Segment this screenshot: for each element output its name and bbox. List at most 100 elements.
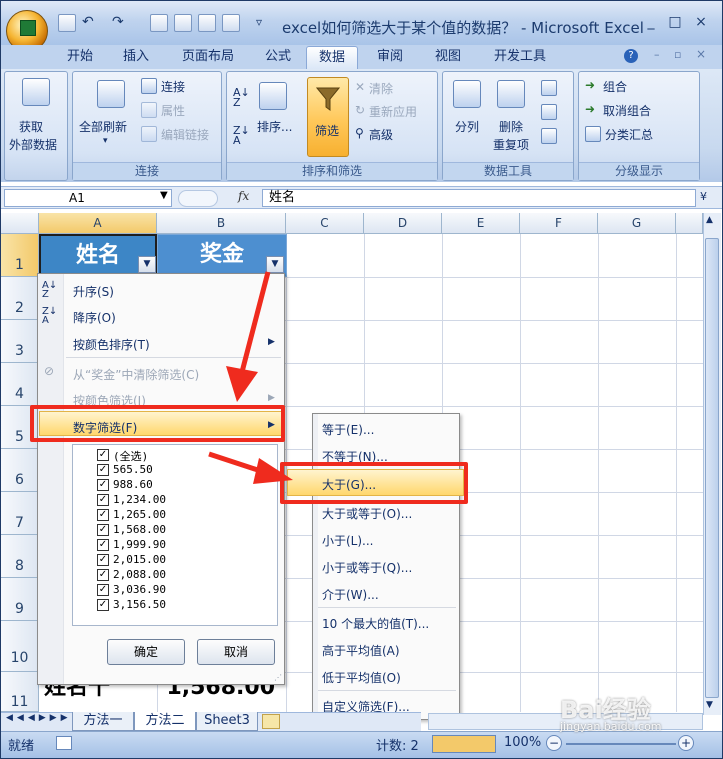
group-get-external-data[interactable]: 获取 外部数据 [4, 71, 68, 181]
vertical-scroll-thumb[interactable] [705, 238, 719, 698]
checkbox-select-all[interactable]: ✓ [97, 449, 109, 461]
tab-insert[interactable]: 插入 [112, 46, 160, 69]
column-header-g[interactable]: G [598, 213, 676, 234]
select-all-corner[interactable] [1, 213, 39, 234]
row-header-7[interactable]: 7 [1, 492, 39, 535]
macro-record-icon[interactable] [56, 736, 72, 750]
formula-expand-handle[interactable] [178, 190, 218, 207]
row-header-4[interactable]: 4 [1, 363, 39, 406]
checkbox-value[interactable]: ✓ [97, 599, 109, 611]
row-header-9[interactable]: 9 [1, 578, 39, 621]
sheet-nav-icons[interactable]: ◀◀◀▶▶▶ [6, 713, 72, 723]
scroll-up-icon[interactable]: ▲ [706, 215, 713, 225]
menu-sort-ascending[interactable]: 升序(S) [73, 283, 114, 300]
formula-input[interactable]: 姓名 [262, 189, 696, 207]
row-header-10[interactable]: 10 [1, 621, 39, 672]
zoom-out-icon[interactable]: − [546, 735, 562, 751]
submenu-less-or-equal[interactable]: 小于或等于(Q)... [322, 559, 412, 576]
quick-access-icon-4[interactable] [222, 14, 240, 32]
row-header-1[interactable]: 1 [1, 234, 39, 277]
checkbox-value[interactable]: ✓ [97, 539, 109, 551]
insert-function-icon[interactable]: fx [238, 189, 249, 203]
ribbon-min-icon[interactable]: – [654, 48, 660, 61]
refresh-all-button[interactable]: 全部刷新 [79, 118, 127, 135]
ribbon-restore-icon[interactable]: ▫ [674, 48, 681, 61]
quick-access-icon-3[interactable] [198, 14, 216, 32]
resize-grip-icon[interactable]: ⋰ [274, 673, 282, 682]
column-header-c[interactable]: C [286, 213, 364, 234]
submenu-top-10[interactable]: 10 个最大的值(T)... [322, 615, 429, 632]
subtotal-button[interactable]: 分类汇总 [605, 126, 653, 143]
ok-button[interactable]: 确定 [107, 639, 185, 665]
cancel-button[interactable]: 取消 [197, 639, 275, 665]
submenu-equals[interactable]: 等于(E)... [322, 421, 374, 438]
row-header-6[interactable]: 6 [1, 449, 39, 492]
clear-button[interactable]: 清除 [369, 80, 393, 97]
workbook-close-icon[interactable]: × [696, 47, 706, 61]
customize-qat-icon[interactable]: ▿ [256, 15, 262, 29]
group-button[interactable]: 组合 [603, 78, 627, 95]
submenu-less-than[interactable]: 小于(L)... [322, 532, 374, 549]
row-header-8[interactable]: 8 [1, 535, 39, 578]
sort-desc-icon[interactable]: Z↓ A [233, 125, 250, 146]
column-header-d[interactable]: D [364, 213, 442, 234]
sort-asc-icon[interactable]: A↓ Z [233, 87, 250, 108]
row-header-2[interactable]: 2 [1, 277, 39, 320]
zoom-in-icon[interactable]: + [678, 735, 694, 751]
column-header-e[interactable]: E [442, 213, 520, 234]
chevron-down-icon[interactable]: ▾ [103, 136, 108, 146]
reapply-button[interactable]: 重新应用 [369, 103, 417, 120]
quick-access-icon-2[interactable] [174, 14, 192, 32]
consolidate-icon[interactable] [541, 104, 557, 120]
sheet-tab-sheet3[interactable]: Sheet3 [196, 712, 258, 731]
zoom-level[interactable]: 100% [504, 735, 541, 750]
maximize-button[interactable]: □ [664, 13, 686, 31]
menu-sort-descending[interactable]: 降序(O) [73, 309, 116, 326]
row-header-11[interactable]: 11 [1, 672, 39, 712]
zoom-slider[interactable] [566, 743, 676, 745]
checkbox-value[interactable]: ✓ [97, 569, 109, 581]
checkbox-value[interactable]: ✓ [97, 524, 109, 536]
checkbox-value[interactable]: ✓ [97, 479, 109, 491]
checkbox-value[interactable]: ✓ [97, 464, 109, 476]
column-header-h[interactable] [676, 213, 703, 234]
checkbox-value[interactable]: ✓ [97, 494, 109, 506]
minimize-button[interactable]: _ [640, 13, 662, 31]
save-icon[interactable] [58, 14, 76, 32]
tab-home[interactable]: 开始 [56, 46, 104, 69]
tab-review[interactable]: 审阅 [366, 46, 414, 69]
remove-duplicates-button[interactable]: 删除 [499, 118, 523, 135]
submenu-greater-or-equal[interactable]: 大于或等于(O)... [322, 505, 412, 522]
formula-collapse-icon[interactable]: ¥ [700, 190, 707, 203]
quick-access-icon-1[interactable] [150, 14, 168, 32]
tab-view[interactable]: 视图 [424, 46, 472, 69]
advanced-button[interactable]: 高级 [369, 126, 393, 143]
tab-data[interactable]: 数据 [306, 46, 358, 69]
what-if-icon[interactable] [541, 128, 557, 144]
close-button[interactable]: × [690, 13, 712, 31]
help-icon[interactable]: ? [624, 49, 638, 63]
filter-dropdown-a[interactable]: ▼ [138, 256, 156, 273]
checkbox-value[interactable]: ✓ [97, 584, 109, 596]
menu-clear-filter[interactable]: 从“奖金”中清除筛选(C) [73, 366, 199, 383]
ungroup-button[interactable]: 取消组合 [603, 102, 651, 119]
name-box-dropdown-icon[interactable]: ▼ [160, 190, 168, 201]
checkbox-value[interactable]: ✓ [97, 509, 109, 521]
tab-page-layout[interactable]: 页面布局 [170, 46, 246, 69]
view-buttons[interactable] [432, 735, 496, 753]
sheet-tab-method2[interactable]: 方法二 [134, 712, 196, 731]
data-validation-icon[interactable] [541, 80, 557, 96]
undo-icon[interactable]: ↶ [82, 14, 100, 32]
menu-sort-by-color[interactable]: 按颜色排序(T) [73, 336, 150, 353]
column-header-a[interactable]: A [39, 213, 157, 234]
sheet-tab-method1[interactable]: 方法一 [72, 712, 134, 731]
scroll-down-icon[interactable]: ▼ [706, 700, 713, 710]
column-header-b[interactable]: B [157, 213, 286, 234]
connections-button[interactable]: 连接 [161, 78, 185, 95]
checkbox-value[interactable]: ✓ [97, 554, 109, 566]
filter-button[interactable]: 筛选 [307, 77, 349, 157]
edit-links-button[interactable]: 编辑链接 [161, 126, 209, 143]
text-to-columns-button[interactable]: 分列 [455, 118, 479, 135]
submenu-below-average[interactable]: 低于平均值(O) [322, 669, 401, 686]
submenu-between[interactable]: 介于(W)... [322, 586, 379, 603]
